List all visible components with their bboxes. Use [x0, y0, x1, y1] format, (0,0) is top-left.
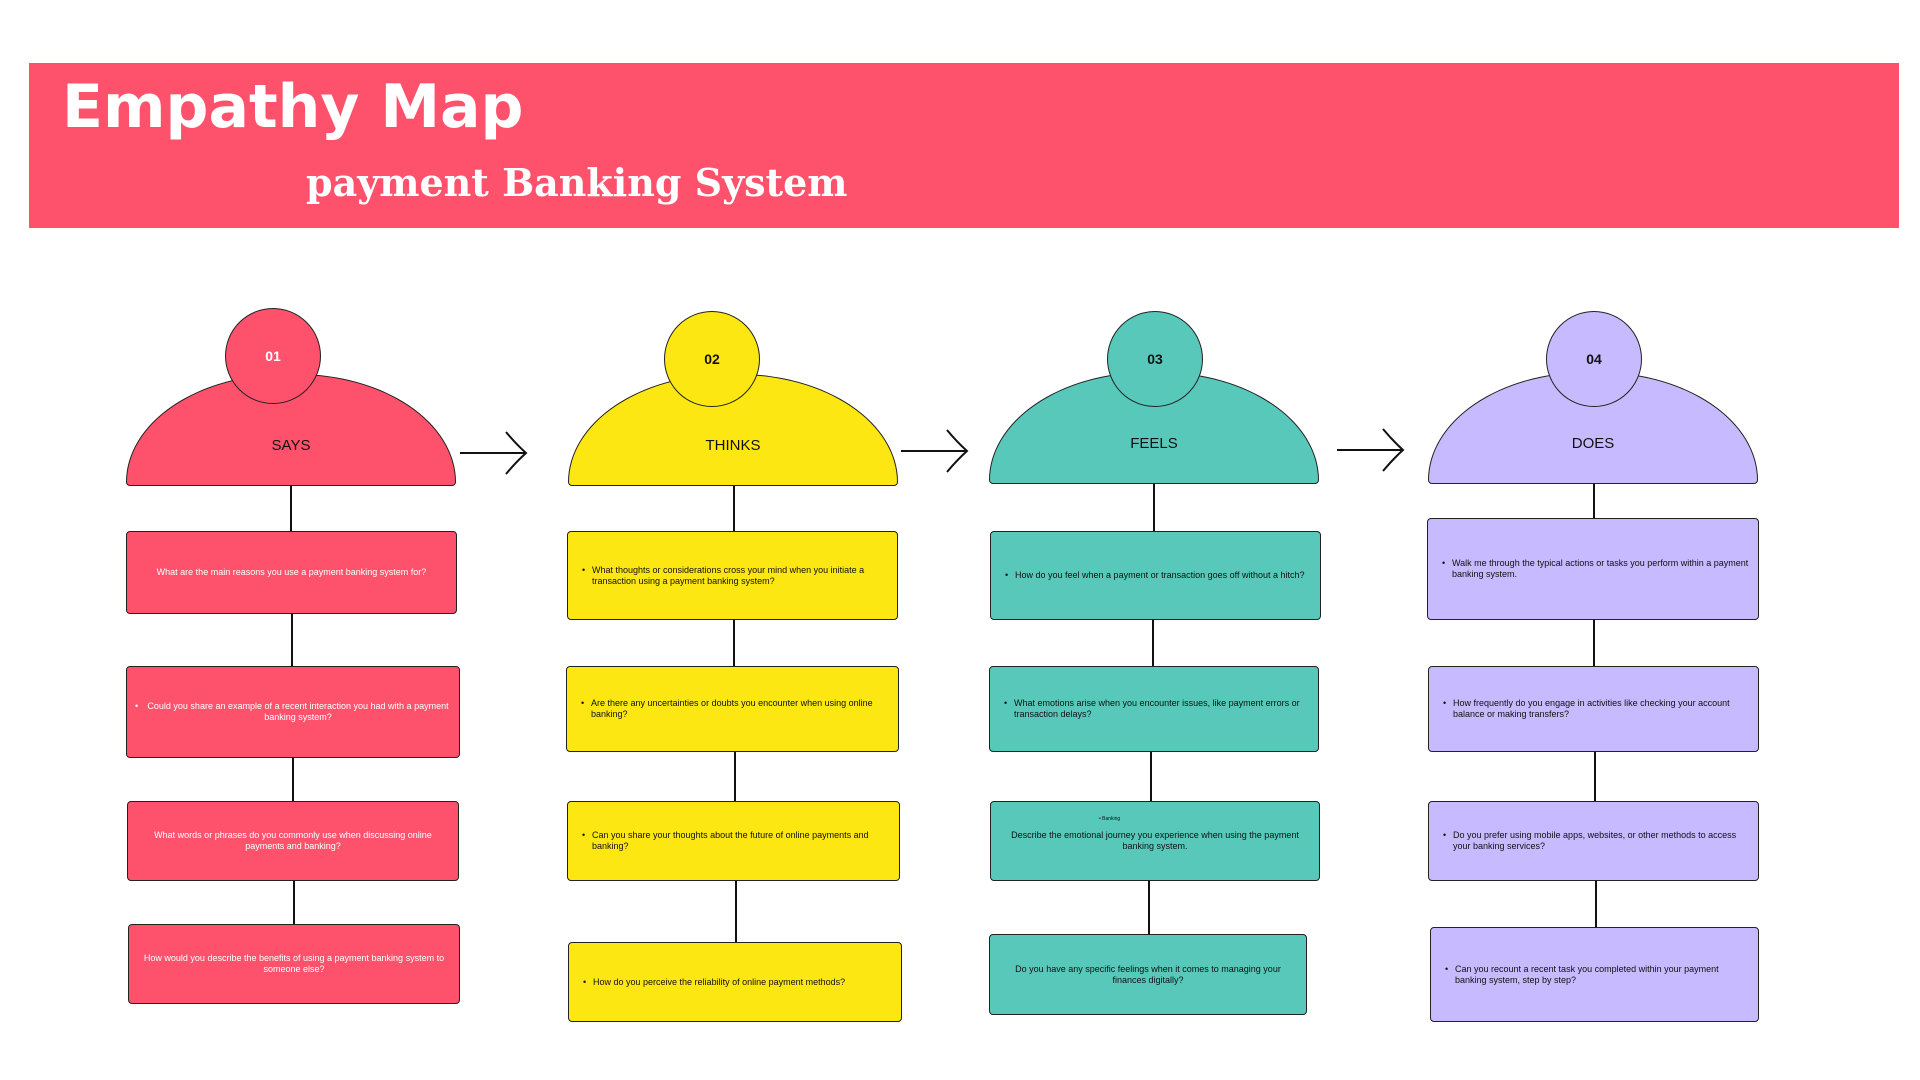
- says-card-4: How would you describe the benefits of u…: [128, 924, 460, 1004]
- says-card-2: Could you share an example of a recent i…: [126, 666, 460, 758]
- page-title: Empathy Map: [62, 72, 524, 142]
- does-card-4: Can you recount a recent task you comple…: [1430, 927, 1759, 1022]
- says-label: SAYS: [271, 437, 311, 454]
- says-card-3: What words or phrases do you commonly us…: [127, 801, 459, 881]
- does-connector: [1593, 620, 1595, 666]
- thinks-connector: [735, 881, 737, 942]
- does-card-1: Walk me through the typical actions or t…: [1427, 518, 1759, 620]
- feels-card-4: Do you have any specific feelings when i…: [989, 934, 1307, 1015]
- thinks-label: THINKS: [705, 437, 761, 454]
- thinks-card-3: Can you share your thoughts about the fu…: [567, 801, 900, 881]
- feels-card-3: • Banking Describe the emotional journey…: [990, 801, 1320, 881]
- thinks-card-4: How do you perceive the reliability of o…: [568, 942, 902, 1022]
- thinks-connector: [733, 620, 735, 666]
- feels-connector: [1150, 752, 1152, 801]
- says-card-1: What are the main reasons you use a paym…: [126, 531, 457, 614]
- feels-banking-note: • Banking: [1099, 816, 1121, 822]
- does-connector: [1595, 881, 1597, 927]
- thinks-card-2: Are there any uncertainties or doubts yo…: [566, 666, 899, 752]
- feels-label: FEELS: [1130, 435, 1178, 452]
- thinks-number-badge: 02: [664, 311, 760, 407]
- says-connector: [291, 614, 293, 666]
- thinks-connector: [733, 486, 735, 532]
- arrow-right-icon: [460, 431, 528, 475]
- feels-connector: [1152, 620, 1154, 666]
- says-connector: [292, 758, 294, 801]
- does-card-2: How frequently do you engage in activiti…: [1428, 666, 1759, 752]
- says-connector: [293, 881, 295, 924]
- does-number-badge: 04: [1546, 311, 1642, 407]
- feels-number-badge: 03: [1107, 311, 1203, 407]
- feels-connector: [1153, 484, 1155, 532]
- thinks-connector: [734, 752, 736, 801]
- says-connector: [290, 486, 292, 532]
- arrow-right-icon: [1337, 428, 1405, 472]
- feels-card-2: What emotions arise when you encounter i…: [989, 666, 1319, 752]
- does-card-3: Do you prefer using mobile apps, website…: [1428, 801, 1759, 881]
- does-connector: [1594, 752, 1596, 801]
- says-number-badge: 01: [225, 308, 321, 404]
- feels-connector: [1148, 881, 1150, 934]
- page-subtitle: payment Banking System: [306, 160, 848, 205]
- arrow-right-icon: [901, 429, 969, 473]
- feels-card-1: How do you feel when a payment or transa…: [990, 531, 1321, 620]
- thinks-card-1: What thoughts or considerations cross yo…: [567, 531, 898, 620]
- does-label: DOES: [1571, 435, 1615, 452]
- does-connector: [1593, 484, 1595, 518]
